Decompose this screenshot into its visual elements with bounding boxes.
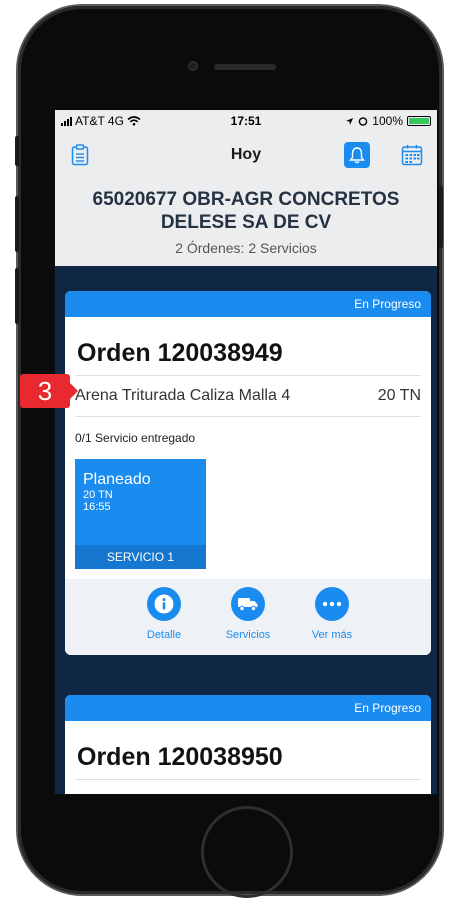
detail-button[interactable]: Detalle <box>134 587 194 655</box>
customer-title: 65020677 OBR-AGR CONCRETOS DELESE SA DE … <box>92 189 400 233</box>
divider <box>75 779 421 780</box>
status-badge: En Progreso <box>65 291 431 317</box>
earpiece-speaker <box>214 64 276 70</box>
customer-header: 65020677 OBR-AGR CONCRETOS DELESE SA DE … <box>55 174 437 266</box>
step-number-badge: 3 <box>20 374 78 408</box>
status-badge: En Progreso <box>65 695 431 721</box>
product-quantity: 20 TN <box>377 387 421 404</box>
service-state: Planeado <box>83 471 151 488</box>
front-camera <box>188 61 198 71</box>
order-card[interactable]: En Progreso Orden 120038949 Arena Tritur… <box>65 291 431 655</box>
service-quantity: 20 TN <box>83 489 113 501</box>
service-label: SERVICIO 1 <box>75 545 206 569</box>
order-card[interactable]: En Progreso Orden 120038950 <box>65 695 431 794</box>
service-tile[interactable]: Planeado 20 TN 16:55 SERVICIO 1 <box>75 459 206 569</box>
more-label: Ver más <box>311 629 353 641</box>
services-label: Servicios <box>225 629 271 641</box>
product-row: Arena Triturada Caliza Malla 4 20 TN <box>75 375 421 417</box>
volume-down-button <box>15 268 19 324</box>
orders-summary: 2 Órdenes: 2 Servicios <box>175 240 317 256</box>
order-actions: Detalle Servicios Ver más <box>65 579 431 655</box>
alarm-icon <box>358 117 368 126</box>
location-arrow-icon <box>346 117 354 125</box>
calendar-icon[interactable] <box>399 142 425 168</box>
battery-icon <box>407 116 431 126</box>
more-button[interactable]: Ver más <box>302 587 362 655</box>
mute-switch <box>15 136 19 166</box>
navigation-bar: Hoy <box>55 132 437 174</box>
order-title: Orden 120038949 <box>77 339 283 367</box>
product-name: Arena Triturada Caliza Malla 4 <box>75 387 291 404</box>
order-title: Orden 120038950 <box>77 743 283 771</box>
more-dots-icon <box>315 587 349 621</box>
truck-icon <box>231 587 265 621</box>
service-time: 16:55 <box>83 501 111 513</box>
detail-label: Detalle <box>146 629 182 641</box>
power-button <box>439 186 443 248</box>
home-button[interactable] <box>201 806 293 898</box>
delivery-progress: 0/1 Servicio entregado <box>75 431 196 445</box>
status-bar: AT&T 4G 17:51 100% <box>55 110 437 132</box>
services-button[interactable]: Servicios <box>218 587 278 655</box>
volume-up-button <box>15 196 19 252</box>
info-icon <box>147 587 181 621</box>
battery-percent: 100% <box>372 114 403 128</box>
bell-icon[interactable] <box>344 142 370 168</box>
nav-title: Hoy <box>230 146 262 163</box>
phone-screen: AT&T 4G 17:51 100% Hoy 65020677 OBR-AGR … <box>55 110 437 794</box>
